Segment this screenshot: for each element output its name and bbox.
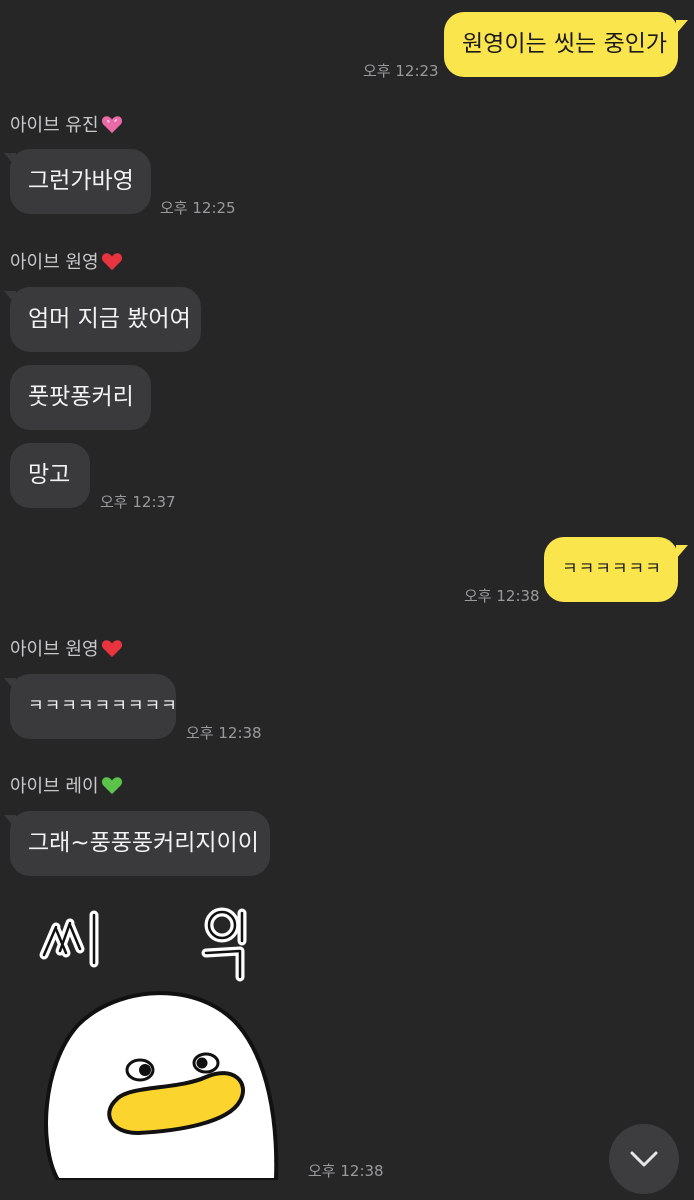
sticker-lettering (39, 907, 247, 982)
bubble-tail (676, 545, 688, 559)
message-text: 원영이는 씻는 중인가 (462, 31, 668, 57)
chevron-down-icon (630, 1151, 658, 1167)
duck-sticker[interactable] (28, 905, 298, 1180)
sender-name-text: 아이브 원영 (10, 252, 99, 273)
green-heart-icon (101, 777, 122, 795)
message-text: ㅋㅋㅋㅋㅋㅋㅋㅋㅋ (28, 696, 178, 716)
message-text: 그런가바영 (28, 168, 134, 194)
my-message-bubble[interactable]: ㅋㅋㅋㅋㅋㅋ (544, 537, 678, 602)
message-text: ㅋㅋㅋㅋㅋㅋ (562, 559, 662, 579)
message-text: 망고 (28, 462, 71, 488)
message-bubble[interactable]: 엄머 지금 봤어여 (10, 287, 201, 352)
chat-room: 원영이는 씻는 중인가 오후 12:23 아이브 유진 그런가바영 오후 12:… (0, 0, 694, 1200)
message-timestamp: 오후 12:38 (464, 587, 540, 605)
message-text: 풋팟퐁커리 (28, 384, 134, 410)
my-message-bubble[interactable]: 원영이는 씻는 중인가 (444, 12, 678, 77)
message-timestamp: 오후 12:38 (308, 1162, 384, 1180)
message-text: 그래~풍풍풍커리지이이 (28, 830, 259, 856)
message-bubble[interactable]: 그래~풍풍풍커리지이이 (10, 811, 270, 876)
message-timestamp: 오후 12:37 (100, 493, 176, 511)
sender-name: 아이브 유진 (10, 111, 123, 137)
sender-name: 아이브 원영 (10, 635, 123, 661)
sender-name-text: 아이브 유진 (10, 115, 99, 136)
message-bubble[interactable]: 풋팟퐁커리 (10, 365, 151, 430)
message-bubble[interactable]: 그런가바영 (10, 149, 151, 214)
sender-name-text: 아이브 원영 (10, 639, 99, 660)
message-text: 엄머 지금 봤어여 (28, 306, 191, 332)
bubble-tail (676, 20, 688, 34)
message-bubble[interactable]: ㅋㅋㅋㅋㅋㅋㅋㅋㅋ (10, 674, 178, 739)
message-timestamp: 오후 12:38 (186, 724, 262, 742)
message-timestamp: 오후 12:23 (363, 62, 439, 80)
sender-name: 아이브 레이 (10, 772, 123, 798)
message-timestamp: 오후 12:25 (160, 199, 236, 217)
red-heart-icon (101, 640, 122, 658)
sender-name: 아이브 원영 (10, 248, 123, 274)
scroll-to-bottom-button[interactable] (609, 1124, 679, 1194)
sparkling-heart-icon (101, 116, 122, 134)
red-heart-icon (101, 253, 122, 271)
message-bubble[interactable]: 망고 (10, 443, 90, 508)
sender-name-text: 아이브 레이 (10, 776, 99, 797)
